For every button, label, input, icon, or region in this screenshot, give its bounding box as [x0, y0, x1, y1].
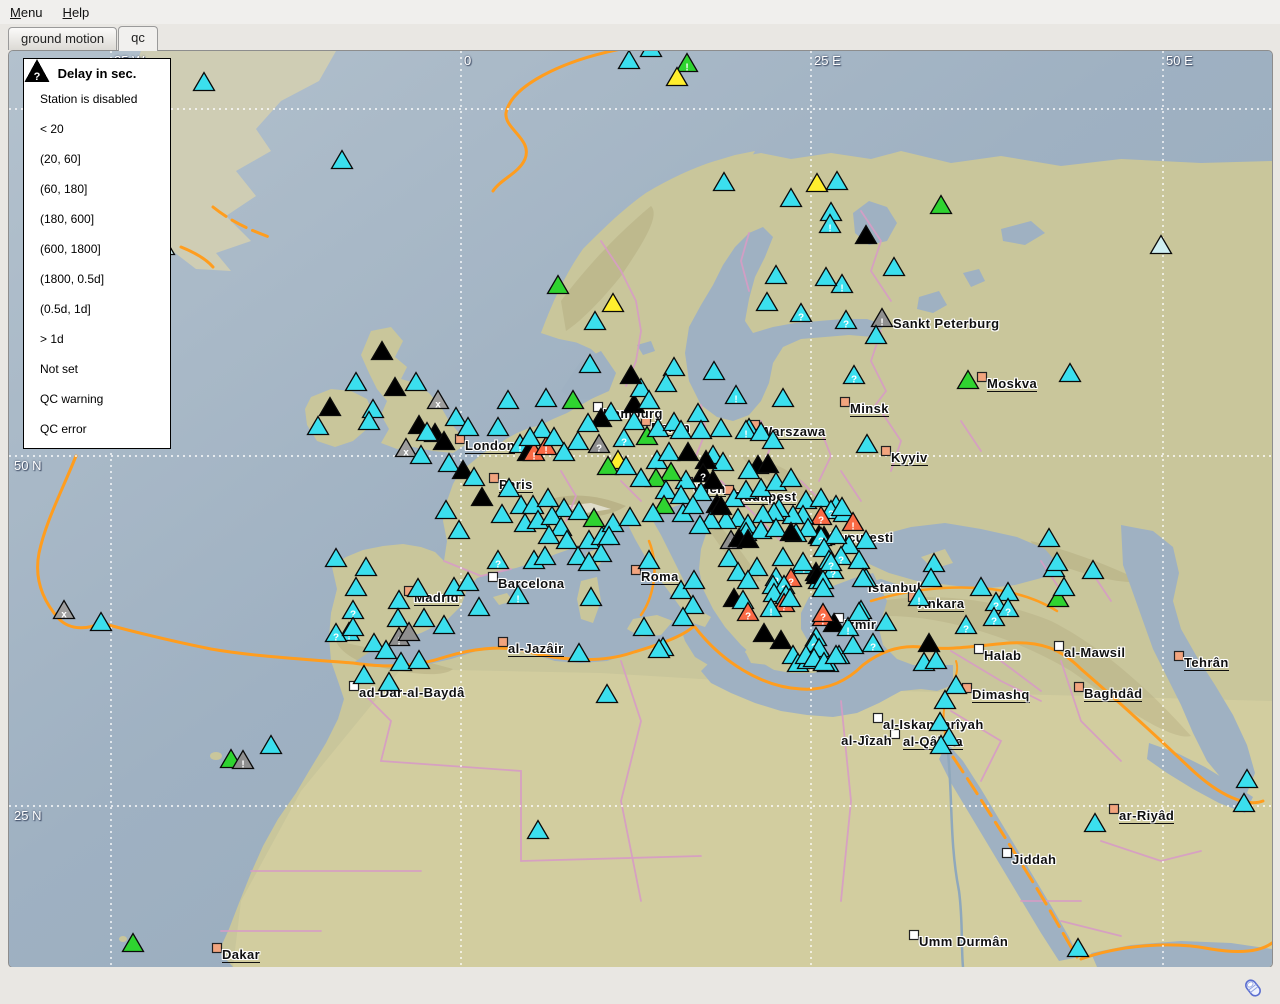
tab-ground-motion[interactable]: ground motion: [8, 27, 117, 50]
legend-triangle-icon: ?: [24, 59, 1273, 968]
delay-legend: Delay in sec. xStation is disabled< 20(2…: [23, 58, 171, 449]
status-bar: [0, 967, 1280, 1004]
map-canvas[interactable]: 25 W025 E50 E50 N25 NLondonParisMadridBa…: [8, 50, 1273, 968]
tab-bar: ground motionqc: [8, 28, 159, 50]
svg-text:?: ?: [34, 71, 41, 83]
menu-bar: MenuHelp: [0, 0, 1280, 24]
station-marker[interactable]: [641, 51, 662, 57]
menu-item-help[interactable]: Help: [53, 2, 100, 23]
tab-qc[interactable]: qc: [118, 26, 158, 51]
menu-item-menu[interactable]: Menu: [0, 2, 53, 23]
network-status-icon: [1242, 977, 1264, 999]
legend-row: ?QC error: [24, 414, 170, 444]
